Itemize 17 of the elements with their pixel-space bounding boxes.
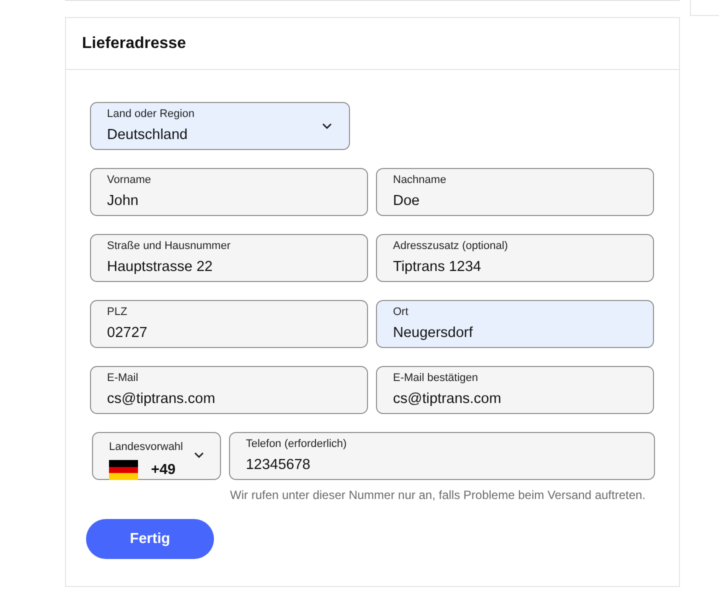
chevron-down-icon xyxy=(322,123,332,129)
card-title: Lieferadresse xyxy=(82,34,186,52)
flag-icon xyxy=(109,460,138,480)
text-field[interactable]: E-Mail bestätigen cs@tiptrans.com xyxy=(376,366,654,414)
text-field[interactable]: Vorname John xyxy=(90,168,368,216)
text-field[interactable]: E-Mail cs@tiptrans.com xyxy=(90,366,368,414)
phone-hint: Wir rufen unter dieser Nummer nur an, falls Probleme beim Versand auftreten. xyxy=(230,488,647,502)
phone-field[interactable]: Telefon (erforderlich) 12345678 xyxy=(228,432,655,480)
dial-code-select[interactable]: Landesvorwahl +49 xyxy=(92,432,221,480)
text-field[interactable]: Adresszusatz (optional) Tiptrans 1234 xyxy=(376,234,654,282)
submit-button[interactable]: Fertig xyxy=(86,519,214,559)
text-field[interactable]: Straße und Hausnummer Hauptstrasse 22 xyxy=(90,234,368,282)
text-field[interactable]: Ort Neugersdorf xyxy=(376,300,654,348)
country-select[interactable]: Land oder Region Deutschland xyxy=(90,102,350,150)
chevron-down-icon xyxy=(194,452,204,458)
text-field[interactable]: PLZ 02727 xyxy=(90,300,368,348)
text-field[interactable]: Nachname Doe xyxy=(376,168,654,216)
